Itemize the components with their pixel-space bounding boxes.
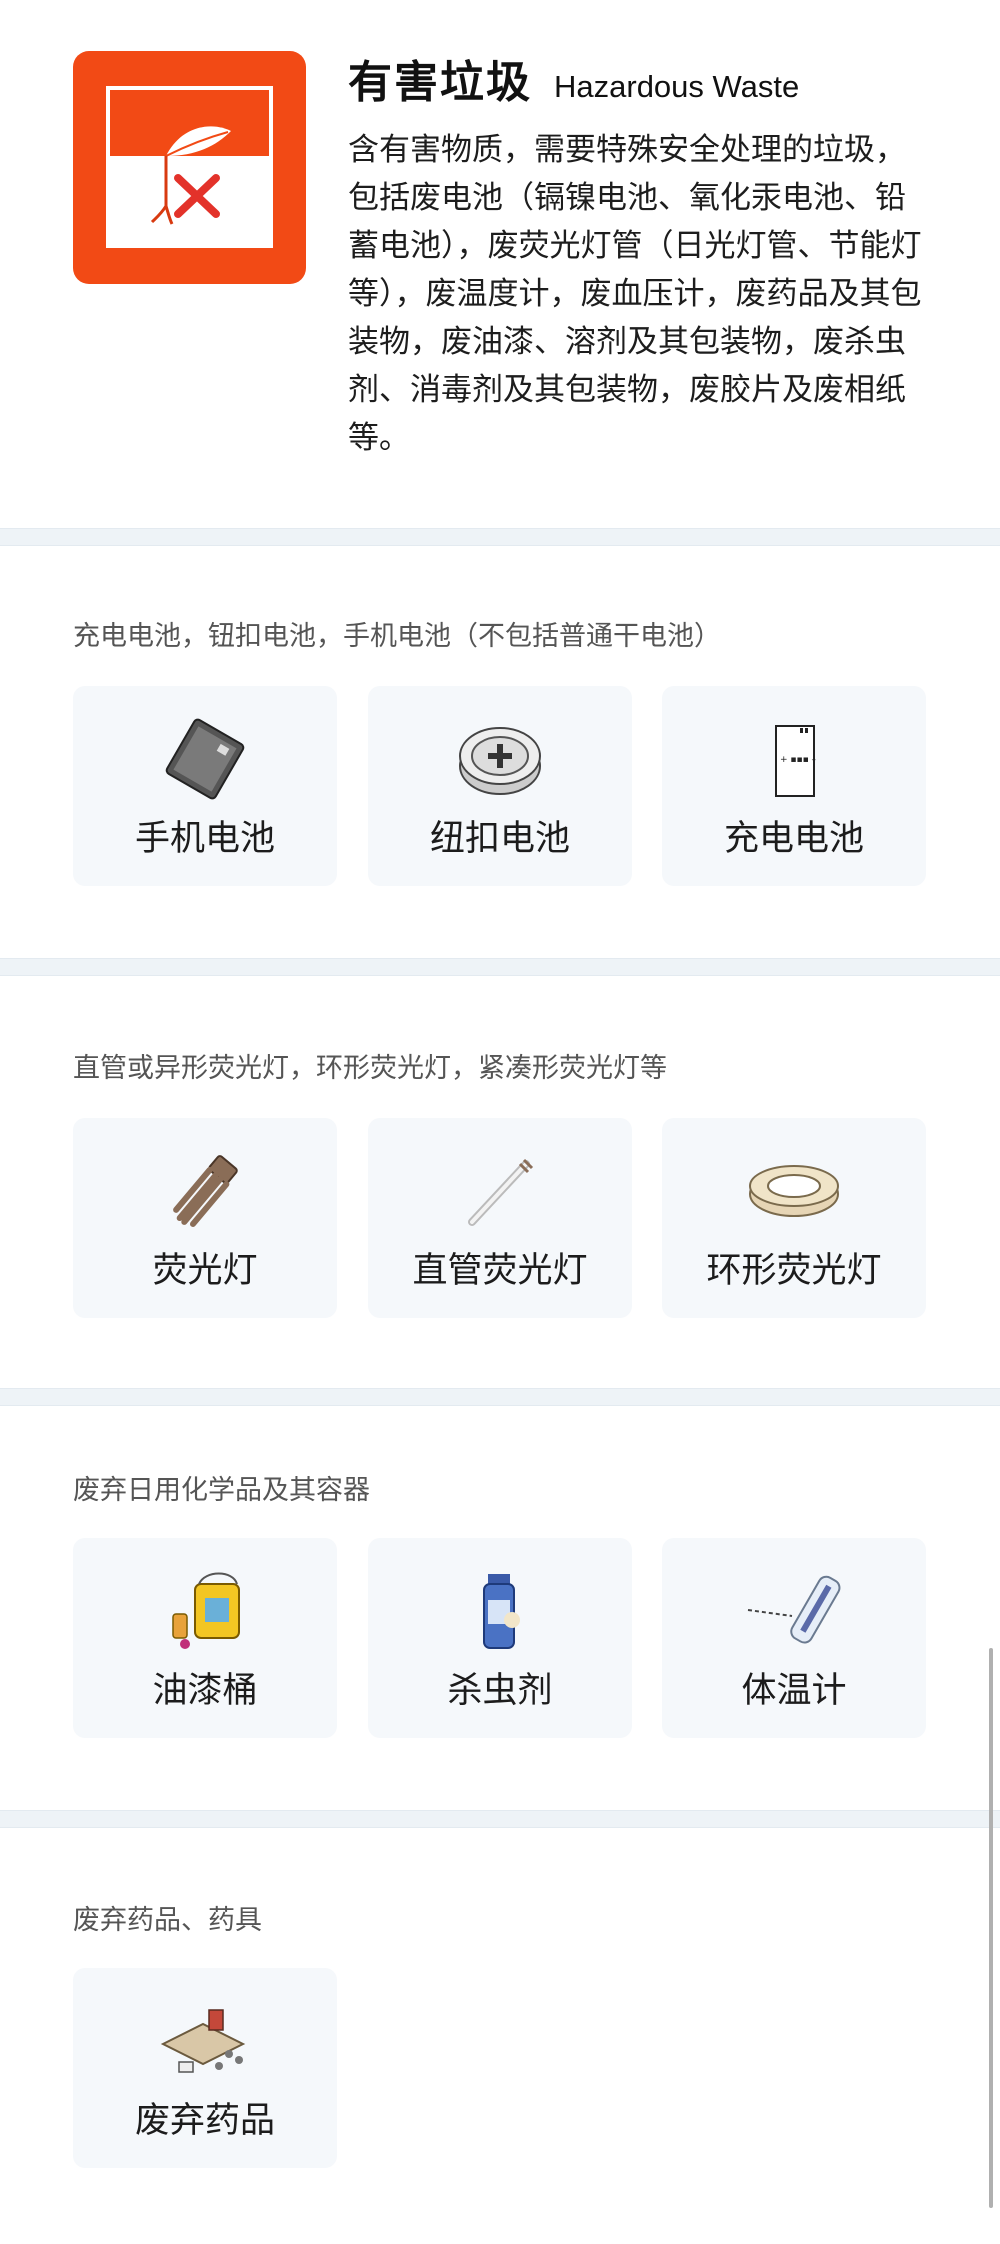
svg-text:+ ▪▪▪ –: + ▪▪▪ – (780, 755, 817, 765)
category-title: 有害垃圾 (348, 57, 532, 108)
divider (0, 958, 1000, 976)
item-label: 体温计 (741, 1671, 847, 1711)
section-title-batteries: 充电电池，钮扣电池，手机电池（不包括普通干电池） (73, 621, 721, 652)
rechargeable-battery-icon: + ▪▪▪ – (775, 725, 817, 797)
button-battery-icon (459, 727, 541, 795)
item-label: 充电电池 (723, 819, 864, 859)
hazardous-symbol-icon (150, 126, 231, 225)
item-card-insecticide[interactable]: 杀虫剂 (368, 1538, 632, 1738)
ring-lamp-icon (749, 1165, 839, 1217)
section-title-chemicals: 废弃日用化学品及其容器 (73, 1475, 370, 1506)
item-card-cfl[interactable]: 荧光灯 (73, 1118, 337, 1318)
item-label: 废弃药品 (134, 2101, 275, 2141)
divider (0, 1388, 1000, 1406)
section-title-lamps: 直管或异形荧光灯，环形荧光灯，紧凑形荧光灯等 (73, 1053, 667, 1084)
hazardous-waste-logo (73, 51, 306, 284)
scrollbar[interactable] (989, 1648, 993, 2208)
item-card-phone-battery[interactable]: 手机电池 (73, 686, 337, 886)
divider (0, 1810, 1000, 1828)
phone-battery-icon (165, 718, 245, 800)
medicine-icon (160, 2009, 246, 2073)
item-card-button-battery[interactable]: 纽扣电池 (368, 686, 632, 886)
item-label: 直管荧光灯 (412, 1251, 588, 1291)
item-card-ring-lamp[interactable]: 环形荧光灯 (662, 1118, 926, 1318)
category-header: 有害垃圾 Hazardous Waste 含有害物质，需要特殊安全处理的垃圾，包… (0, 0, 1000, 528)
item-card-thermometer[interactable]: 体温计 (662, 1538, 926, 1738)
item-label: 杀虫剂 (447, 1671, 553, 1711)
item-card-paint-bucket[interactable]: 油漆桶 (73, 1538, 337, 1738)
tube-lamp-icon (468, 1158, 534, 1226)
item-label: 环形荧光灯 (706, 1251, 882, 1291)
insecticide-icon (483, 1574, 520, 1649)
divider (0, 528, 1000, 546)
category-title-english: Hazardous Waste (554, 69, 800, 104)
category-description: 含有害物质，需要特殊安全处理的垃圾，包括废电池（镉镍电池、氧化汞电池、铅蓄电池）… (348, 132, 922, 456)
paint-bucket-icon (172, 1572, 240, 1649)
item-label: 手机电池 (134, 819, 275, 859)
cfl-bulb-icon (173, 1155, 238, 1227)
item-label: 荧光灯 (152, 1251, 258, 1291)
item-card-medicine[interactable]: 废弃药品 (73, 1968, 337, 2168)
item-label: 油漆桶 (152, 1671, 258, 1711)
item-card-rechargeable-battery[interactable]: + ▪▪▪ – 充电电池 (662, 686, 926, 886)
thermometer-icon (747, 1575, 841, 1644)
item-label: 纽扣电池 (429, 819, 570, 859)
section-title-medicine: 废弃药品、药具 (73, 1905, 262, 1936)
item-card-tube-lamp[interactable]: 直管荧光灯 (368, 1118, 632, 1318)
